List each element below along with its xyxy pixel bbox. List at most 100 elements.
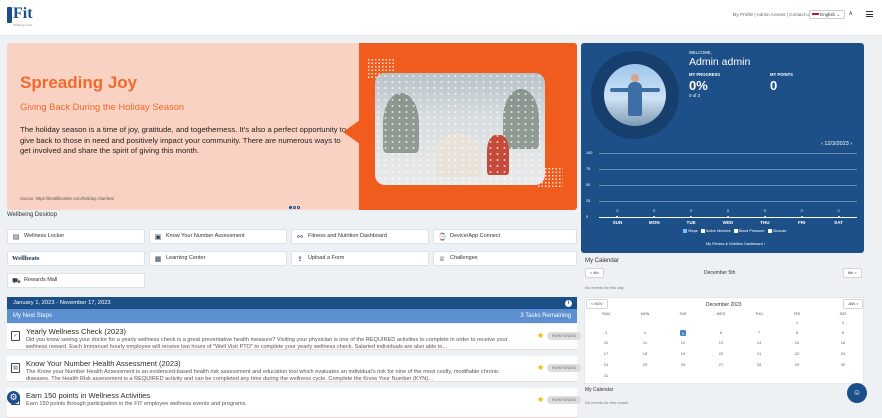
tile-challenges[interactable]: ♕ Challenges [433,251,577,266]
calendar-day[interactable]: 7 [744,330,774,335]
tile-wellbeats[interactable]: Wellbeats [7,251,145,266]
calendar-day[interactable]: 21 [744,351,774,356]
calendar-day[interactable]: 16 [828,340,858,345]
next-day-button[interactable]: 6th > [843,268,862,278]
calendar-day[interactable]: 28 [744,362,774,367]
x-tick-label: SAT [834,220,843,225]
tile-device-connect[interactable]: ⌚ Device/App Connect [433,229,577,244]
tile-know-your-number[interactable]: ▣ Know Your Number Assessment [149,229,287,244]
progress-detail: 0 of 3 [689,93,700,98]
calendar-day[interactable]: 18 [630,351,660,356]
legend-checkbox[interactable] [767,229,772,233]
calendar-day-today[interactable]: 5 [668,330,698,336]
task-description: Earn 150 points through participation in… [26,401,247,407]
carousel-dots[interactable] [289,205,302,211]
carousel-dot[interactable] [297,206,301,209]
fitness-dashboard-link[interactable]: My Fitness & Nutrition Dashboard › [706,242,765,246]
calendar-day[interactable]: 3 [591,330,621,335]
calendar-day[interactable]: 13 [706,340,736,345]
y-tick-label: 50 [586,183,591,187]
event-ended-badge: EVENT ENDED [547,396,581,404]
task-row[interactable]: ◉ Earn 150 points in Wellness Activities… [7,388,581,418]
logo-tagline: Wellbeing for Life [13,24,33,27]
task-row[interactable]: ▤ Know Your Number Health Assessment (20… [7,356,581,382]
carousel-dot[interactable] [293,206,297,209]
chart-date-nav[interactable]: ‹ 12/3/2023 › [821,141,852,147]
task-title[interactable]: Know Your Number Health Assessment (2023… [26,359,181,368]
calendar-day[interactable]: 19 [668,351,698,356]
language-select[interactable]: English ⌄ [809,10,845,19]
calendar-day[interactable]: 29 [782,362,812,367]
tile-learning-center[interactable]: ▦ Learning Center [149,251,287,266]
x-tick-label: MON [648,220,660,225]
calendar-day[interactable]: 9 [828,330,858,335]
chevron-left-icon[interactable]: ‹ [821,141,823,147]
gear-icon[interactable]: ⚙ [7,391,20,404]
hero-source[interactable]: Source: https://bestlifeonline.com/holid… [20,196,114,201]
carousel-dot[interactable] [289,206,292,209]
calendar-day[interactable]: 12 [668,340,698,345]
task-description: Did you know seeing your doctor for a ye… [26,337,508,350]
user-name: Admin admin [689,56,751,68]
calendar-day[interactable]: 23 [828,351,858,356]
chat-icon[interactable]: ☺ [847,383,867,403]
top-header: Fit Wellbeing for Life My Profile | Admi… [0,0,882,36]
hero-banner: Spreading Joy Giving Back During the Hol… [7,43,577,210]
legend-checkbox[interactable] [700,229,705,233]
tile-label: Challenges [450,255,478,261]
task-title[interactable]: Earn 150 points in Wellness Activities [26,391,150,400]
legend-checkbox[interactable] [683,229,687,233]
snow-overlay [375,73,545,185]
menu-icon[interactable] [866,11,873,19]
calendar-day[interactable]: 15 [782,340,812,345]
tile-fitness-dashboard[interactable]: ⚯ Fitness and Nutrition Dashboard [291,229,429,244]
calendar-day[interactable]: 17 [591,351,621,356]
calendar-day[interactable]: 8 [782,330,812,335]
calendar-day[interactable]: 30 [828,362,858,367]
fit-logo[interactable]: Fit Wellbeing for Life [7,5,35,33]
assessment-icon: ▤ [11,363,20,373]
legend-label: Steps [688,229,698,233]
chevron-right-icon[interactable]: › [850,141,852,147]
prev-month-button[interactable]: < NOV [586,299,608,309]
fitness-dashboard-label: My Fitness & Nutrition Dashboard [706,242,763,246]
x-tick-label: THU [760,220,770,225]
task-title[interactable]: Yearly Wellness Check (2023) [26,327,126,336]
calendar-day[interactable]: 24 [591,362,621,367]
calendar-day[interactable]: 14 [744,340,774,345]
data-label: 0 [763,209,766,213]
calendar-day[interactable]: 20 [706,351,736,356]
welcome-label: WELCOME, [689,50,712,55]
task-row[interactable]: ✓ Yearly Wellness Check (2023) Did you k… [7,324,581,350]
legend-label: Glucose [772,229,787,233]
text-size-button[interactable]: A [849,11,852,17]
us-flag-icon [812,12,819,17]
calendar-day[interactable]: 10 [591,340,621,345]
logo-mark [7,7,12,23]
checklist-icon: ✓ [11,331,20,341]
tile-wellness-locker[interactable]: ▤ Wellness Locker [7,229,145,244]
calendar-day[interactable]: 2 [828,320,858,325]
legend-checkbox[interactable] [733,229,738,233]
star-icon: ★ [537,395,545,404]
chart-legend[interactable]: Steps Active Minutes Blood Pressure Gluc… [681,229,787,233]
calendar-day[interactable]: 25 [630,362,660,367]
calendar-day[interactable]: 6 [706,330,736,335]
calendar-day[interactable]: 11 [630,340,660,345]
language-label: English [820,12,836,17]
tile-rewards-mall[interactable]: ⛟ Rewards Mall [7,273,145,288]
info-icon[interactable]: i [565,299,572,307]
data-point [727,216,729,218]
next-month-button[interactable]: JAN > [843,299,864,309]
calendar-day[interactable]: 27 [706,362,736,367]
calendar-day[interactable]: 26 [668,362,698,367]
tile-upload-form[interactable]: ⇪ Upload a Form [291,251,429,266]
calendar-day[interactable]: 1 [782,320,812,325]
prev-day-button[interactable]: < 4th [585,268,604,278]
calendar-day[interactable]: 22 [782,351,812,356]
data-point [763,216,766,218]
calendar-day[interactable]: 4 [630,330,660,335]
calendar-day[interactable]: 31 [591,373,621,378]
points-label: MY POINTS [770,72,793,77]
grid-line [599,169,857,170]
